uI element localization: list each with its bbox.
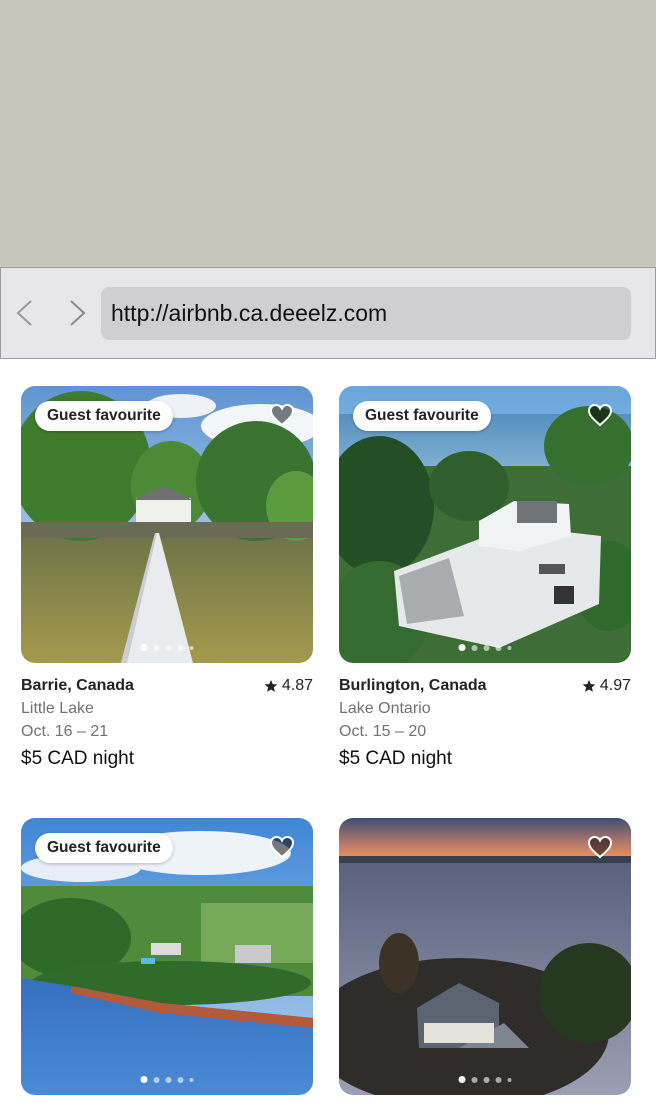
photo-dot[interactable] [189,1077,194,1082]
photo-dot[interactable] [177,644,184,651]
browser-address-bar: http://airbnb.ca.deeelz.com [0,267,656,359]
guest-favourite-badge: Guest favourite [35,401,173,431]
guest-favourite-badge: Guest favourite [35,833,173,863]
photo-dot[interactable] [483,644,490,651]
listing-location: Barrie, Canada [21,677,134,694]
photo-dot[interactable] [165,1076,172,1083]
star-icon [582,679,596,692]
listing-rating: 4.97 [582,677,631,695]
listing-info: Barrie, Canada 4.87 Little Lake Oct. 16 … [21,663,313,773]
photo-pagination-dots [140,644,194,651]
listing-card[interactable]: Guest favourite [21,818,313,1095]
rating-value: 4.87 [281,677,313,694]
photo-dot[interactable] [458,1076,466,1083]
heart-icon[interactable] [587,835,613,859]
photo-pagination-dots [458,1076,512,1083]
listing-photo-image [339,818,631,1095]
photo-dot[interactable] [507,645,512,650]
listing-subtitle: Little Lake [21,700,94,717]
photo-dot[interactable] [495,644,502,651]
photo-dot[interactable] [153,644,160,651]
listing-subtitle: Lake Ontario [339,700,431,717]
forward-button[interactable] [63,298,93,328]
photo-pagination-dots [140,1076,194,1083]
star-icon [264,679,278,692]
listing-photo[interactable]: Guest favourite [21,386,313,663]
heart-icon[interactable] [587,403,613,427]
photo-dot[interactable] [458,644,466,651]
listing-dates: Oct. 16 – 21 [21,723,109,740]
photo-dot[interactable] [495,1076,502,1083]
heart-icon[interactable] [269,403,295,427]
heart-icon[interactable] [269,835,295,859]
listing-rating: 4.87 [264,677,313,695]
photo-pagination-dots [458,644,512,651]
listing-card[interactable]: Guest favourite Burlington, Canada 4.97 … [339,386,631,773]
listing-dates: Oct. 15 – 20 [339,723,427,740]
photo-dot[interactable] [140,644,148,651]
photo-dot[interactable] [471,1076,478,1083]
photo-dot[interactable] [471,644,478,651]
photo-dot[interactable] [507,1077,512,1082]
chevron-left-icon [16,300,32,326]
listing-price: $5 CAD night [21,748,135,769]
photo-dot[interactable] [189,645,194,650]
photo-dot[interactable] [483,1076,490,1083]
listing-info: Burlington, Canada 4.97 Lake Ontario Oct… [339,663,631,773]
top-blank-area [0,0,656,267]
photo-dot[interactable] [153,1076,160,1083]
photo-dot[interactable] [165,644,172,651]
back-button[interactable] [9,298,39,328]
chevron-right-icon [70,300,86,326]
listings-grid: Guest favourite Barrie, Canada 4.87 Litt… [0,359,656,1110]
url-input[interactable]: http://airbnb.ca.deeelz.com [101,287,631,340]
listing-card[interactable] [339,818,631,1095]
listing-photo[interactable]: Guest favourite [21,818,313,1095]
rating-value: 4.97 [599,677,631,694]
listing-location: Burlington, Canada [339,677,487,694]
listing-price: $5 CAD night [339,748,453,769]
listing-photo[interactable]: Guest favourite [339,386,631,663]
listing-card[interactable]: Guest favourite Barrie, Canada 4.87 Litt… [21,386,313,773]
url-text: http://airbnb.ca.deeelz.com [111,300,388,326]
guest-favourite-badge: Guest favourite [353,401,491,431]
listing-photo[interactable] [339,818,631,1095]
photo-dot[interactable] [177,1076,184,1083]
photo-dot[interactable] [140,1076,148,1083]
